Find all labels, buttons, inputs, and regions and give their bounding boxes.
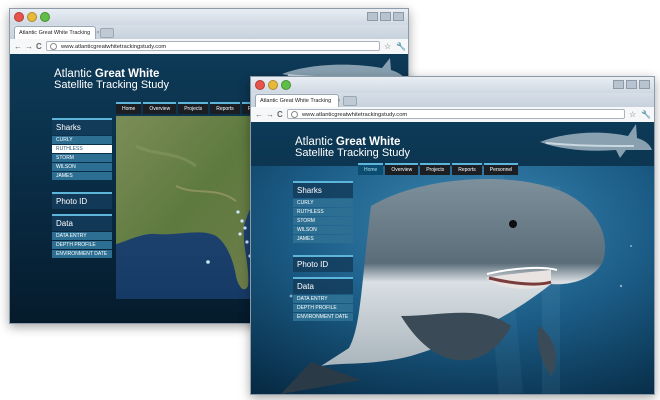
win-min-icon[interactable] xyxy=(367,12,378,21)
wrench-icon[interactable]: 🔧 xyxy=(396,41,406,52)
data-heading[interactable]: Data xyxy=(52,214,112,231)
star-icon[interactable]: ☆ xyxy=(629,109,636,120)
address-bar-row: ← → C www.atlanticgreatwhitetrackingstud… xyxy=(10,39,408,55)
win-max-icon[interactable] xyxy=(380,12,391,21)
back-button[interactable]: ← xyxy=(255,109,263,120)
back-button[interactable]: ← xyxy=(14,41,22,52)
nav-reports[interactable]: Reports xyxy=(210,102,240,114)
win-min-icon[interactable] xyxy=(613,80,624,89)
globe-icon xyxy=(291,111,298,118)
nav-personnel[interactable]: Personnel xyxy=(483,163,519,175)
reload-button[interactable]: C xyxy=(36,41,42,52)
zoom-window-button[interactable] xyxy=(281,80,291,90)
forward-button[interactable]: → xyxy=(266,109,274,120)
shark-icon xyxy=(540,124,652,158)
shark-item[interactable]: WILSON xyxy=(293,226,353,234)
data-item[interactable]: DATA ENTRY xyxy=(52,232,112,240)
shark-item[interactable]: CURLY xyxy=(293,199,353,207)
nav-projects[interactable]: Projects xyxy=(420,163,451,175)
zoom-window-button[interactable] xyxy=(40,12,50,22)
data-item[interactable]: ENVIRONMENT DATE xyxy=(52,250,112,258)
win-close-icon[interactable] xyxy=(639,80,650,89)
tab-strip: Atlantic Great White Tracking × xyxy=(10,25,408,40)
forward-button[interactable]: → xyxy=(25,41,33,52)
sidebar: Sharks CURLY RUTHLESS STORM WILSON JAMES… xyxy=(293,181,353,321)
data-item[interactable]: DATA ENTRY xyxy=(293,295,353,303)
url-text: www.atlanticgreatwhitetrackingstudy.com xyxy=(61,44,167,50)
data-heading[interactable]: Data xyxy=(293,277,353,294)
site-logo[interactable]: Atlantic Great White Satellite Tracking … xyxy=(54,68,169,91)
sidebar: Sharks CURLY RUTHLESS STORM WILSON JAMES… xyxy=(52,118,112,258)
shark-item[interactable]: WILSON xyxy=(52,163,112,171)
brand-line-2: Satellite Tracking Study xyxy=(54,79,169,91)
nav-overview[interactable]: Overview xyxy=(385,163,419,175)
data-item[interactable]: DEPTH PROFILE xyxy=(293,304,353,312)
minimize-window-button[interactable] xyxy=(27,12,37,22)
shark-item[interactable]: STORM xyxy=(293,217,353,225)
close-window-button[interactable] xyxy=(14,12,24,22)
browser-tab[interactable]: Atlantic Great White Tracking × xyxy=(255,94,340,108)
win-close-icon[interactable] xyxy=(393,12,404,21)
wrench-icon[interactable]: 🔧 xyxy=(641,109,651,120)
close-window-button[interactable] xyxy=(255,80,265,90)
url-field[interactable]: www.atlanticgreatwhitetrackingstudy.com xyxy=(287,109,625,119)
new-tab-button[interactable] xyxy=(343,96,357,106)
browser-window-front: Atlantic Great White Tracking × ← → C www… xyxy=(250,76,655,395)
nav-home[interactable]: Home xyxy=(116,102,142,114)
satellite-map[interactable] xyxy=(116,116,266,299)
shark-item[interactable]: JAMES xyxy=(293,235,353,243)
data-item[interactable]: ENVIRONMENT DATE xyxy=(293,313,353,321)
brand-line-2: Satellite Tracking Study xyxy=(295,147,410,159)
main-nav: Home Overview Projects Reports P xyxy=(116,102,258,114)
shark-item[interactable]: CURLY xyxy=(52,136,112,144)
tab-close-icon[interactable]: × xyxy=(96,30,99,36)
shark-item[interactable]: RUTHLESS xyxy=(293,208,353,216)
nav-reports[interactable]: Reports xyxy=(452,163,482,175)
website: Atlantic Great White Satellite Tracking … xyxy=(251,122,654,394)
globe-icon xyxy=(50,43,57,50)
sharks-heading[interactable]: Sharks xyxy=(52,118,112,135)
url-field[interactable]: www.atlanticgreatwhitetrackingstudy.com xyxy=(46,41,380,51)
shark-item[interactable]: JAMES xyxy=(52,172,112,180)
title-bar xyxy=(10,9,408,25)
sharks-heading[interactable]: Sharks xyxy=(293,181,353,198)
tab-strip: Atlantic Great White Tracking × xyxy=(251,93,654,108)
site-logo[interactable]: Atlantic Great White Satellite Tracking … xyxy=(295,136,410,159)
browser-tab[interactable]: Atlantic Great White Tracking × xyxy=(14,26,99,40)
nav-projects[interactable]: Projects xyxy=(178,102,209,114)
tab-title: Atlantic Great White Tracking xyxy=(260,98,332,104)
photo-id-heading[interactable]: Photo ID xyxy=(293,255,353,272)
new-tab-button[interactable] xyxy=(100,28,114,38)
shark-item-selected[interactable]: RUTHLESS xyxy=(52,145,112,153)
main-nav: Home Overview Projects Reports Personnel xyxy=(358,163,519,175)
data-item[interactable]: DEPTH PROFILE xyxy=(52,241,112,249)
star-icon[interactable]: ☆ xyxy=(384,41,391,52)
nav-overview[interactable]: Overview xyxy=(143,102,177,114)
minimize-window-button[interactable] xyxy=(268,80,278,90)
win-max-icon[interactable] xyxy=(626,80,637,89)
title-bar xyxy=(251,77,654,93)
shark-item[interactable]: STORM xyxy=(52,154,112,162)
reload-button[interactable]: C xyxy=(277,109,283,120)
tab-close-icon[interactable]: × xyxy=(337,98,340,104)
nav-home[interactable]: Home xyxy=(358,163,384,175)
url-text: www.atlanticgreatwhitetrackingstudy.com xyxy=(302,112,408,118)
tab-title: Atlantic Great White Tracking xyxy=(19,30,91,36)
address-bar-row: ← → C www.atlanticgreatwhitetrackingstud… xyxy=(251,107,654,123)
photo-id-heading[interactable]: Photo ID xyxy=(52,192,112,209)
